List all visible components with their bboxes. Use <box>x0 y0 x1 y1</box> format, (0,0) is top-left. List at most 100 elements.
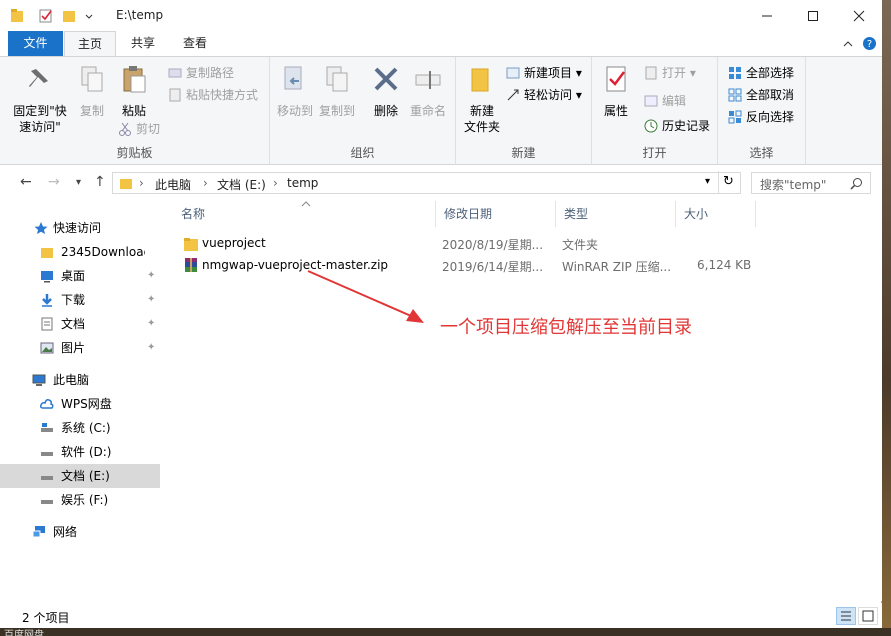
nav-item-drive-c[interactable]: 系统 (C:) <box>0 416 160 440</box>
large-icons-view-button[interactable] <box>858 607 878 625</box>
help-icon[interactable]: ? <box>862 36 877 51</box>
recent-locations-button[interactable]: ▾ <box>76 177 81 188</box>
paste-shortcut-icon <box>169 88 181 102</box>
download-icon <box>42 294 52 307</box>
nav-item-drive-e[interactable]: 文档 (E:) <box>0 464 160 488</box>
clipboard-group-label: 剪贴板 <box>116 146 153 160</box>
cut-button[interactable]: 剪切 <box>116 119 160 139</box>
tab-file[interactable]: 文件 <box>8 31 63 56</box>
history-button[interactable]: 历史记录 <box>642 116 710 136</box>
easy-access-button[interactable]: 轻松访问 ▾ <box>504 85 582 105</box>
open-group: 属性 打开 ▾ 编辑 历史记录 打开 <box>592 57 718 165</box>
copy-to-button[interactable]: 复制到 <box>316 63 358 119</box>
nav-item-this-pc[interactable]: 此电脑 <box>0 368 160 392</box>
back-button[interactable]: ← <box>20 174 32 190</box>
breadcrumb-temp[interactable]: temp <box>287 176 318 190</box>
collapse-ribbon-icon[interactable] <box>842 38 854 50</box>
edit-button[interactable]: 编辑 <box>642 91 686 111</box>
properties-icon <box>606 66 626 92</box>
new-folder-icon[interactable] <box>62 8 76 24</box>
breadcrumb-this-pc[interactable]: 此电脑 <box>155 176 191 193</box>
pin-icon: ✦ <box>147 294 156 305</box>
star-icon <box>34 222 48 234</box>
pin-icon: ✦ <box>147 342 156 353</box>
folder-icon <box>184 238 198 251</box>
paste-button[interactable]: 粘贴 <box>114 63 154 119</box>
rename-button[interactable]: 重命名 <box>406 63 450 119</box>
search-box[interactable]: 搜索"temp" <box>751 172 871 194</box>
new-item-label: 新建项目 <box>524 66 573 80</box>
column-header-type[interactable]: 类型 <box>556 201 676 227</box>
rename-icon <box>415 71 441 89</box>
drive-icon <box>41 500 53 504</box>
column-header-size[interactable]: 大小 <box>676 201 756 227</box>
nav-item-desktop[interactable]: 桌面 ✦ <box>0 264 160 288</box>
invert-selection-label: 反向选择 <box>746 110 795 124</box>
table-row[interactable]: vueproject 2020/8/19/星期... 文件夹 <box>177 233 757 255</box>
tab-view[interactable]: 查看 <box>172 31 218 56</box>
details-view-button[interactable] <box>836 607 856 625</box>
select-all-button[interactable]: 全部选择 <box>726 63 794 83</box>
chevron-down-icon[interactable] <box>84 8 94 24</box>
up-button[interactable]: ↑ <box>94 174 106 190</box>
breadcrumb-drive-e[interactable]: 文档 (E:) <box>217 176 266 193</box>
tab-home[interactable]: 主页 <box>64 31 116 56</box>
edit-label: 编辑 <box>662 94 687 108</box>
file-date: 2019/6/14/星期... <box>442 260 544 274</box>
pin-quick-access-button[interactable]: 固定到"快速访问" <box>10 63 70 135</box>
forward-button[interactable]: → <box>48 174 60 190</box>
properties-icon[interactable] <box>38 8 54 24</box>
maximize-button[interactable] <box>790 0 836 31</box>
select-none-button[interactable]: 全部取消 <box>726 85 794 105</box>
select-all-label: 全部选择 <box>746 66 795 80</box>
close-icon <box>853 10 865 21</box>
nav-item-quick-access[interactable]: 快速访问 <box>0 216 160 240</box>
copy-path-button[interactable]: 复制路径 <box>166 63 234 83</box>
copy-path-icon <box>168 68 182 78</box>
open-button[interactable]: 打开 ▾ <box>642 63 696 83</box>
minimize-button[interactable] <box>744 0 790 31</box>
nav-item-downloads[interactable]: 下载 ✦ <box>0 288 160 312</box>
close-button[interactable] <box>836 0 882 31</box>
nav-item-network[interactable]: 网络 <box>0 520 160 544</box>
picture-icon <box>40 342 54 354</box>
maximize-icon <box>808 10 818 21</box>
delete-button[interactable]: 删除 <box>366 63 406 119</box>
column-header-name[interactable]: 名称 <box>173 201 436 227</box>
address-bar[interactable]: › 此电脑 › 文档 (E:) › temp ▾ ↻ <box>112 171 741 194</box>
open-label: 打开 <box>662 66 687 80</box>
desktop-background <box>882 0 891 636</box>
copy-label: 复制 <box>79 104 104 118</box>
annotation-arrow <box>307 270 424 323</box>
easy-access-label: 轻松访问 <box>524 88 573 102</box>
invert-selection-button[interactable]: 反向选择 <box>726 107 794 127</box>
tab-share[interactable]: 共享 <box>120 31 166 56</box>
navigation-pane: 快速访问 2345Downloads 桌面 ✦ 下载 ✦ 文档 ✦ 图片 ✦ <box>0 201 161 601</box>
nav-label: 软件 (D:) <box>61 445 112 459</box>
address-dropdown-icon[interactable]: ▾ <box>705 176 710 187</box>
copy-to-icon <box>326 66 348 92</box>
new-item-button[interactable]: 新建项目 ▾ <box>504 63 582 83</box>
copy-button[interactable]: 复制 <box>74 63 110 119</box>
nav-item-drive-f[interactable]: 娱乐 (F:) <box>0 488 160 512</box>
nav-label: 系统 (C:) <box>61 421 111 435</box>
table-row[interactable]: nmgwap-vueproject-master.zip 2019/6/14/星… <box>177 255 757 277</box>
status-bar: 2 个项目 <box>0 603 882 628</box>
nav-item-pictures[interactable]: 图片 ✦ <box>0 336 160 360</box>
select-group: 全部选择 全部取消 反向选择 选择 <box>718 57 806 165</box>
nav-item-documents[interactable]: 文档 ✦ <box>0 312 160 336</box>
search-icon[interactable] <box>850 177 863 190</box>
paste-shortcut-button[interactable]: 粘贴快捷方式 <box>166 85 258 105</box>
nav-item-drive-d[interactable]: 软件 (D:) <box>0 440 160 464</box>
new-folder-button[interactable]: 新建 文件夹 <box>460 63 504 135</box>
move-to-button[interactable]: 移动到 <box>274 63 316 119</box>
properties-button[interactable]: 属性 <box>598 63 634 119</box>
copy-to-label: 复制到 <box>318 104 355 118</box>
nav-label: 文档 <box>61 317 86 331</box>
nav-item-wps-cloud[interactable]: WPS网盘 <box>0 392 160 416</box>
refresh-icon[interactable]: ↻ <box>718 171 734 193</box>
nav-item-2345downloads[interactable]: 2345Downloads <box>0 240 160 264</box>
column-header-date[interactable]: 修改日期 <box>436 201 556 227</box>
file-type: WinRAR ZIP 压缩... <box>562 260 672 274</box>
large-icons-view-icon <box>862 610 874 622</box>
